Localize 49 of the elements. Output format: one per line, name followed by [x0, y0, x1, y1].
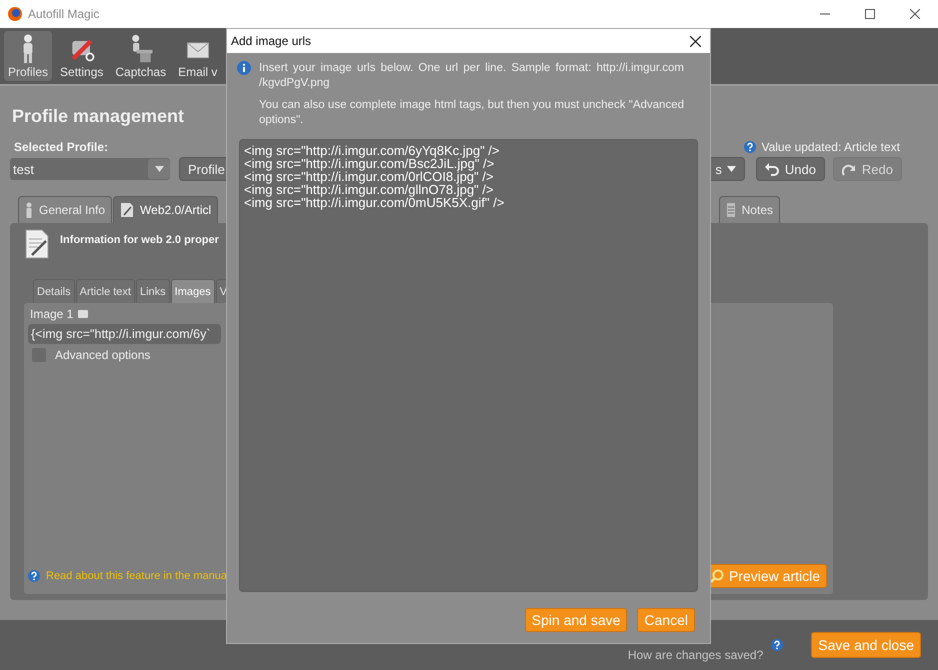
figure-icon	[25, 202, 33, 218]
document-icon	[120, 202, 134, 218]
tab[interactable]: Article text	[76, 279, 135, 303]
undo-icon	[764, 162, 779, 176]
field-label: Selected Profile:	[14, 140, 108, 154]
dropdown-button[interactable]	[148, 159, 170, 179]
tab[interactable]: Details	[33, 279, 75, 303]
tab[interactable]: Images	[170, 279, 215, 303]
app-logo-icon	[8, 7, 22, 21]
dialog-title: Add image urls	[231, 34, 312, 48]
page-heading: Profile management	[12, 106, 184, 127]
input-field[interactable]: {<img src="http://i.imgur.com/6y`	[28, 324, 221, 344]
help-text: How are changes saved?	[628, 648, 764, 662]
help-icon	[771, 639, 784, 651]
folder-icon	[78, 310, 88, 318]
info-text: You can also use complete image html tags, but then you must uncheck "Advanced options".	[259, 98, 684, 128]
close-icon	[910, 9, 920, 19]
save-and-close-button[interactable]: Save and close	[811, 632, 921, 658]
maximize-icon	[865, 9, 875, 19]
notepad-icon	[726, 202, 736, 218]
tab[interactable]: Web2.0/Articl	[113, 196, 218, 223]
info-icon	[237, 61, 251, 75]
input-field[interactable]: <img src="http://i.imgur.com/6yYq8Kc.jpg" /> <img src="http://i.imgur.com/Bsc2JiL.jpg" /> <img src="http://i.imgur.com/0rlCOI8.jpg" /> <img src="http://i.imgur.com/gllnO78.jpg" /> <img src="http://i.imgur.com/0mU5K5X.gif" />	[239, 139, 698, 592]
caret-icon	[154, 166, 164, 172]
help-icon	[28, 570, 40, 582]
toolbar-button[interactable]: Settings	[56, 31, 108, 81]
window-title: Autofill Magic	[28, 7, 100, 21]
tab[interactable]: General Info	[18, 196, 112, 223]
help-link[interactable]: Read about this feature in the manua	[46, 570, 228, 582]
field-label: Image 1	[30, 307, 74, 321]
toolbar-button[interactable]: Captchas	[111, 31, 170, 81]
checkbox-label: Advanced options	[55, 348, 150, 362]
tab[interactable]: Notes	[718, 196, 780, 223]
close-icon	[690, 36, 700, 46]
spin-and-save-button[interactable]: Spin and save	[524, 608, 628, 632]
section-heading: Information for web 2.0 proper	[60, 234, 219, 246]
help-icon	[744, 141, 756, 153]
search-icon	[710, 569, 724, 583]
info-text: Insert your image urls below. One url per line. Sample format: http://i.imgur.com /kgvdPgV.png	[259, 61, 684, 91]
toolbar-button[interactable]: Email v	[174, 31, 222, 81]
document-pen-icon	[24, 229, 50, 259]
redo-icon	[842, 162, 856, 176]
status-text: Value updated: Article text	[761, 140, 900, 154]
cancel-button[interactable]: Cancel	[637, 608, 695, 632]
tab[interactable]: Links	[136, 279, 170, 303]
toolbar-button[interactable]: Profiles	[4, 31, 52, 81]
undo-button[interactable]: Undo	[756, 157, 825, 181]
profile-dropdown[interactable]: test	[10, 158, 170, 180]
caret-icon	[726, 166, 736, 172]
